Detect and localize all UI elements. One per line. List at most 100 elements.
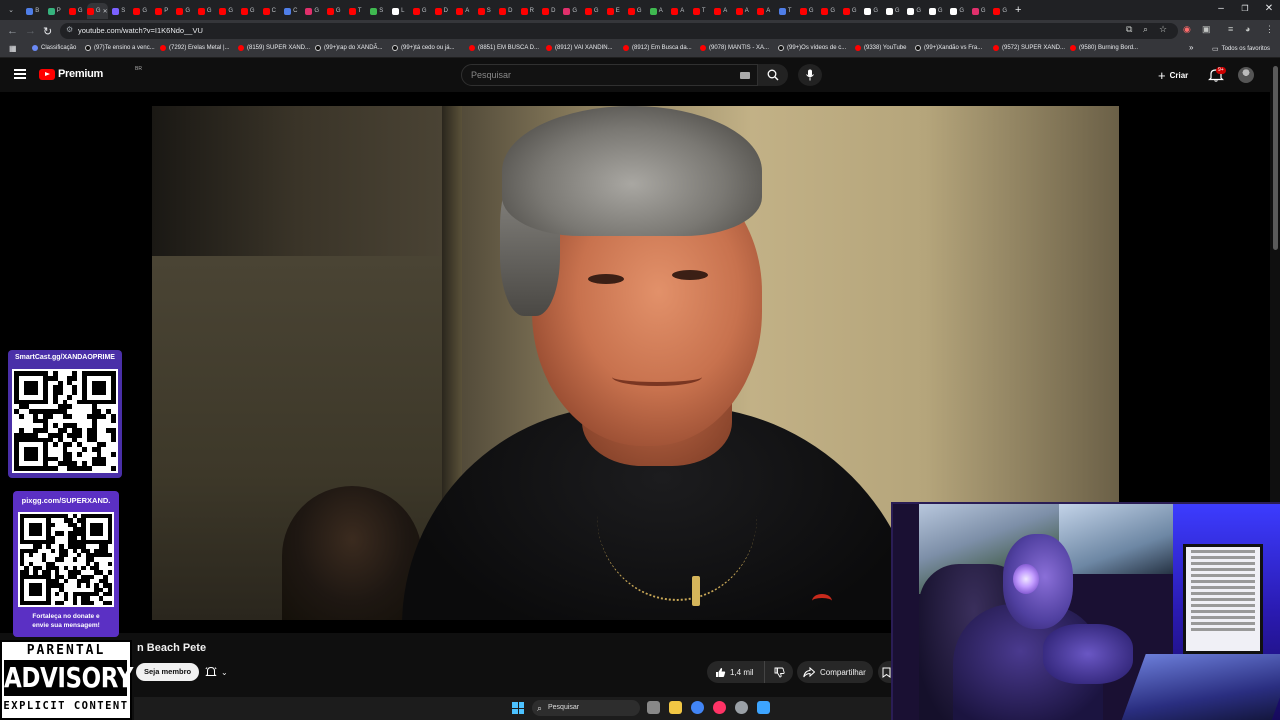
- bookmark-item[interactable]: (9572) SUPER XAND...: [993, 45, 1065, 51]
- bookmark-item[interactable]: (9580) Burning Bord...: [1070, 45, 1138, 51]
- profile-icon[interactable]: ◕: [1245, 24, 1250, 34]
- apps-grid-icon[interactable]: ▦: [9, 44, 17, 53]
- back-button[interactable]: ←: [7, 25, 18, 37]
- maximize-button[interactable]: ❐: [1234, 4, 1256, 13]
- bookmark-item[interactable]: (9338) YouTube: [855, 45, 906, 51]
- page-scrollbar-thumb[interactable]: [1273, 66, 1278, 250]
- browser-tab[interactable]: G: [560, 3, 582, 19]
- browser-tab[interactable]: G: [323, 3, 345, 19]
- app-icon[interactable]: [757, 701, 770, 714]
- browser-tab[interactable]: G: [409, 3, 431, 19]
- browser-tab[interactable]: D: [495, 3, 517, 19]
- youtube-premium-logo[interactable]: Premium BR: [39, 66, 142, 80]
- bookmark-item[interactable]: (8159) SUPER XAND...: [238, 45, 310, 51]
- browser-tab[interactable]: G: [173, 3, 195, 19]
- browser-tab[interactable]: S: [108, 3, 130, 19]
- browser-tab[interactable]: G: [882, 3, 904, 19]
- tab-search-button[interactable]: ⌄: [0, 2, 22, 18]
- browser-tab[interactable]: G: [839, 3, 861, 19]
- browser-tab[interactable]: G ✕: [86, 3, 108, 19]
- browser-tab[interactable]: A: [667, 3, 689, 19]
- minimize-button[interactable]: –: [1210, 3, 1232, 14]
- browser-tab[interactable]: G: [861, 3, 883, 19]
- search-input[interactable]: [471, 70, 731, 80]
- browser-tab[interactable]: G: [581, 3, 603, 19]
- browser-tab[interactable]: D: [538, 3, 560, 19]
- browser-tab[interactable]: T: [689, 3, 711, 19]
- bookmark-item[interactable]: (7292) Erelas Metal |...: [160, 45, 230, 51]
- browser-tab[interactable]: R: [517, 3, 539, 19]
- extensions-icon[interactable]: ▣: [1202, 24, 1211, 35]
- browser-tab[interactable]: G: [904, 3, 926, 19]
- start-button[interactable]: [512, 702, 524, 714]
- address-bar[interactable]: ⚙ youtube.com/watch?v=I1K6Ndo__VU: [60, 23, 1178, 39]
- bookmark-item[interactable]: (8851) EM BUSCA D...: [469, 45, 539, 51]
- reload-button[interactable]: ↻: [43, 25, 52, 38]
- share-button[interactable]: Compartilhar: [797, 661, 873, 683]
- browser-tab[interactable]: A: [452, 3, 474, 19]
- settings-icon[interactable]: [735, 701, 748, 714]
- zoom-icon[interactable]: ⌕: [1143, 24, 1148, 35]
- bookmark-item[interactable]: (99+)Xandão vs Fra...: [915, 45, 982, 51]
- browser-tab[interactable]: A: [732, 3, 754, 19]
- account-avatar[interactable]: [1238, 67, 1254, 83]
- subscription-notification-button[interactable]: ⌄: [205, 663, 241, 681]
- bookmark-item[interactable]: (99+)rap do XANDÃ...: [315, 45, 383, 51]
- browser-tab[interactable]: G: [925, 3, 947, 19]
- bookmark-item[interactable]: (99+)Os vídeos de c...: [778, 45, 846, 51]
- browser-tab[interactable]: P: [44, 3, 66, 19]
- bookmark-star-icon[interactable]: ☆: [1159, 24, 1167, 35]
- taskbar-search[interactable]: Pesquisar: [532, 700, 640, 716]
- browser-tab[interactable]: G: [237, 3, 259, 19]
- like-button[interactable]: 1,4 mil: [707, 661, 765, 683]
- browser-tab[interactable]: D: [431, 3, 453, 19]
- bookmark-item[interactable]: Classificação: [32, 45, 76, 51]
- browser-tab[interactable]: G: [968, 3, 990, 19]
- bookmark-item[interactable]: (9078) MANTIS - XA...: [700, 45, 769, 51]
- browser-tab[interactable]: T: [775, 3, 797, 19]
- opera-gx-icon[interactable]: [713, 701, 726, 714]
- install-icon[interactable]: ⧉: [1126, 24, 1132, 35]
- browser-tab[interactable]: L: [388, 3, 410, 19]
- browser-tab[interactable]: T: [345, 3, 367, 19]
- browser-tab[interactable]: C: [280, 3, 302, 19]
- bookmark-item[interactable]: (97)Te ensino a venc...: [85, 45, 155, 51]
- keyboard-icon[interactable]: [740, 72, 750, 79]
- task-view-icon[interactable]: [647, 701, 660, 714]
- browser-tab[interactable]: A: [646, 3, 668, 19]
- browser-tab[interactable]: G: [796, 3, 818, 19]
- bookmarks-overflow-icon[interactable]: »: [1189, 43, 1193, 52]
- close-window-button[interactable]: ✕: [1258, 3, 1280, 14]
- browser-tab[interactable]: E: [603, 3, 625, 19]
- browser-tab[interactable]: G: [216, 3, 238, 19]
- dislike-button[interactable]: [765, 661, 793, 683]
- close-tab-icon[interactable]: ✕: [103, 8, 108, 15]
- browser-tab[interactable]: G: [130, 3, 152, 19]
- site-info-icon[interactable]: ⚙: [66, 25, 73, 34]
- guide-menu-button[interactable]: [14, 69, 26, 79]
- browser-menu-icon[interactable]: ⋮: [1265, 24, 1274, 35]
- bookmark-item[interactable]: (99+)tá cedo ou já...: [392, 45, 455, 51]
- create-button[interactable]: + Criar: [1152, 66, 1194, 84]
- browser-tab[interactable]: G: [990, 3, 1012, 19]
- search-box[interactable]: [461, 64, 758, 86]
- browser-tab[interactable]: G: [947, 3, 969, 19]
- tab-menu-icon[interactable]: ≡: [1228, 24, 1233, 34]
- browser-tab[interactable]: G: [194, 3, 216, 19]
- all-bookmarks-folder[interactable]: ▭ Todos os favoritos: [1212, 45, 1270, 53]
- browser-tab[interactable]: S: [474, 3, 496, 19]
- browser-tab[interactable]: B: [22, 3, 44, 19]
- browser-tab[interactable]: A: [753, 3, 775, 19]
- browser-tab[interactable]: G: [65, 3, 87, 19]
- forward-button[interactable]: →: [25, 25, 36, 37]
- chrome-icon[interactable]: [691, 701, 704, 714]
- browser-tab[interactable]: G: [624, 3, 646, 19]
- bookmark-item[interactable]: (8912) VAI XANDIN...: [546, 45, 613, 51]
- bookmark-item[interactable]: (8912) Em Busca da...: [623, 45, 692, 51]
- browser-tab[interactable]: G: [818, 3, 840, 19]
- file-explorer-icon[interactable]: [669, 701, 682, 714]
- address-bar-url[interactable]: youtube.com/watch?v=I1K6Ndo__VU: [78, 26, 203, 35]
- search-button[interactable]: [758, 64, 788, 86]
- extension-icon[interactable]: ◉: [1183, 24, 1191, 35]
- browser-tab[interactable]: G: [302, 3, 324, 19]
